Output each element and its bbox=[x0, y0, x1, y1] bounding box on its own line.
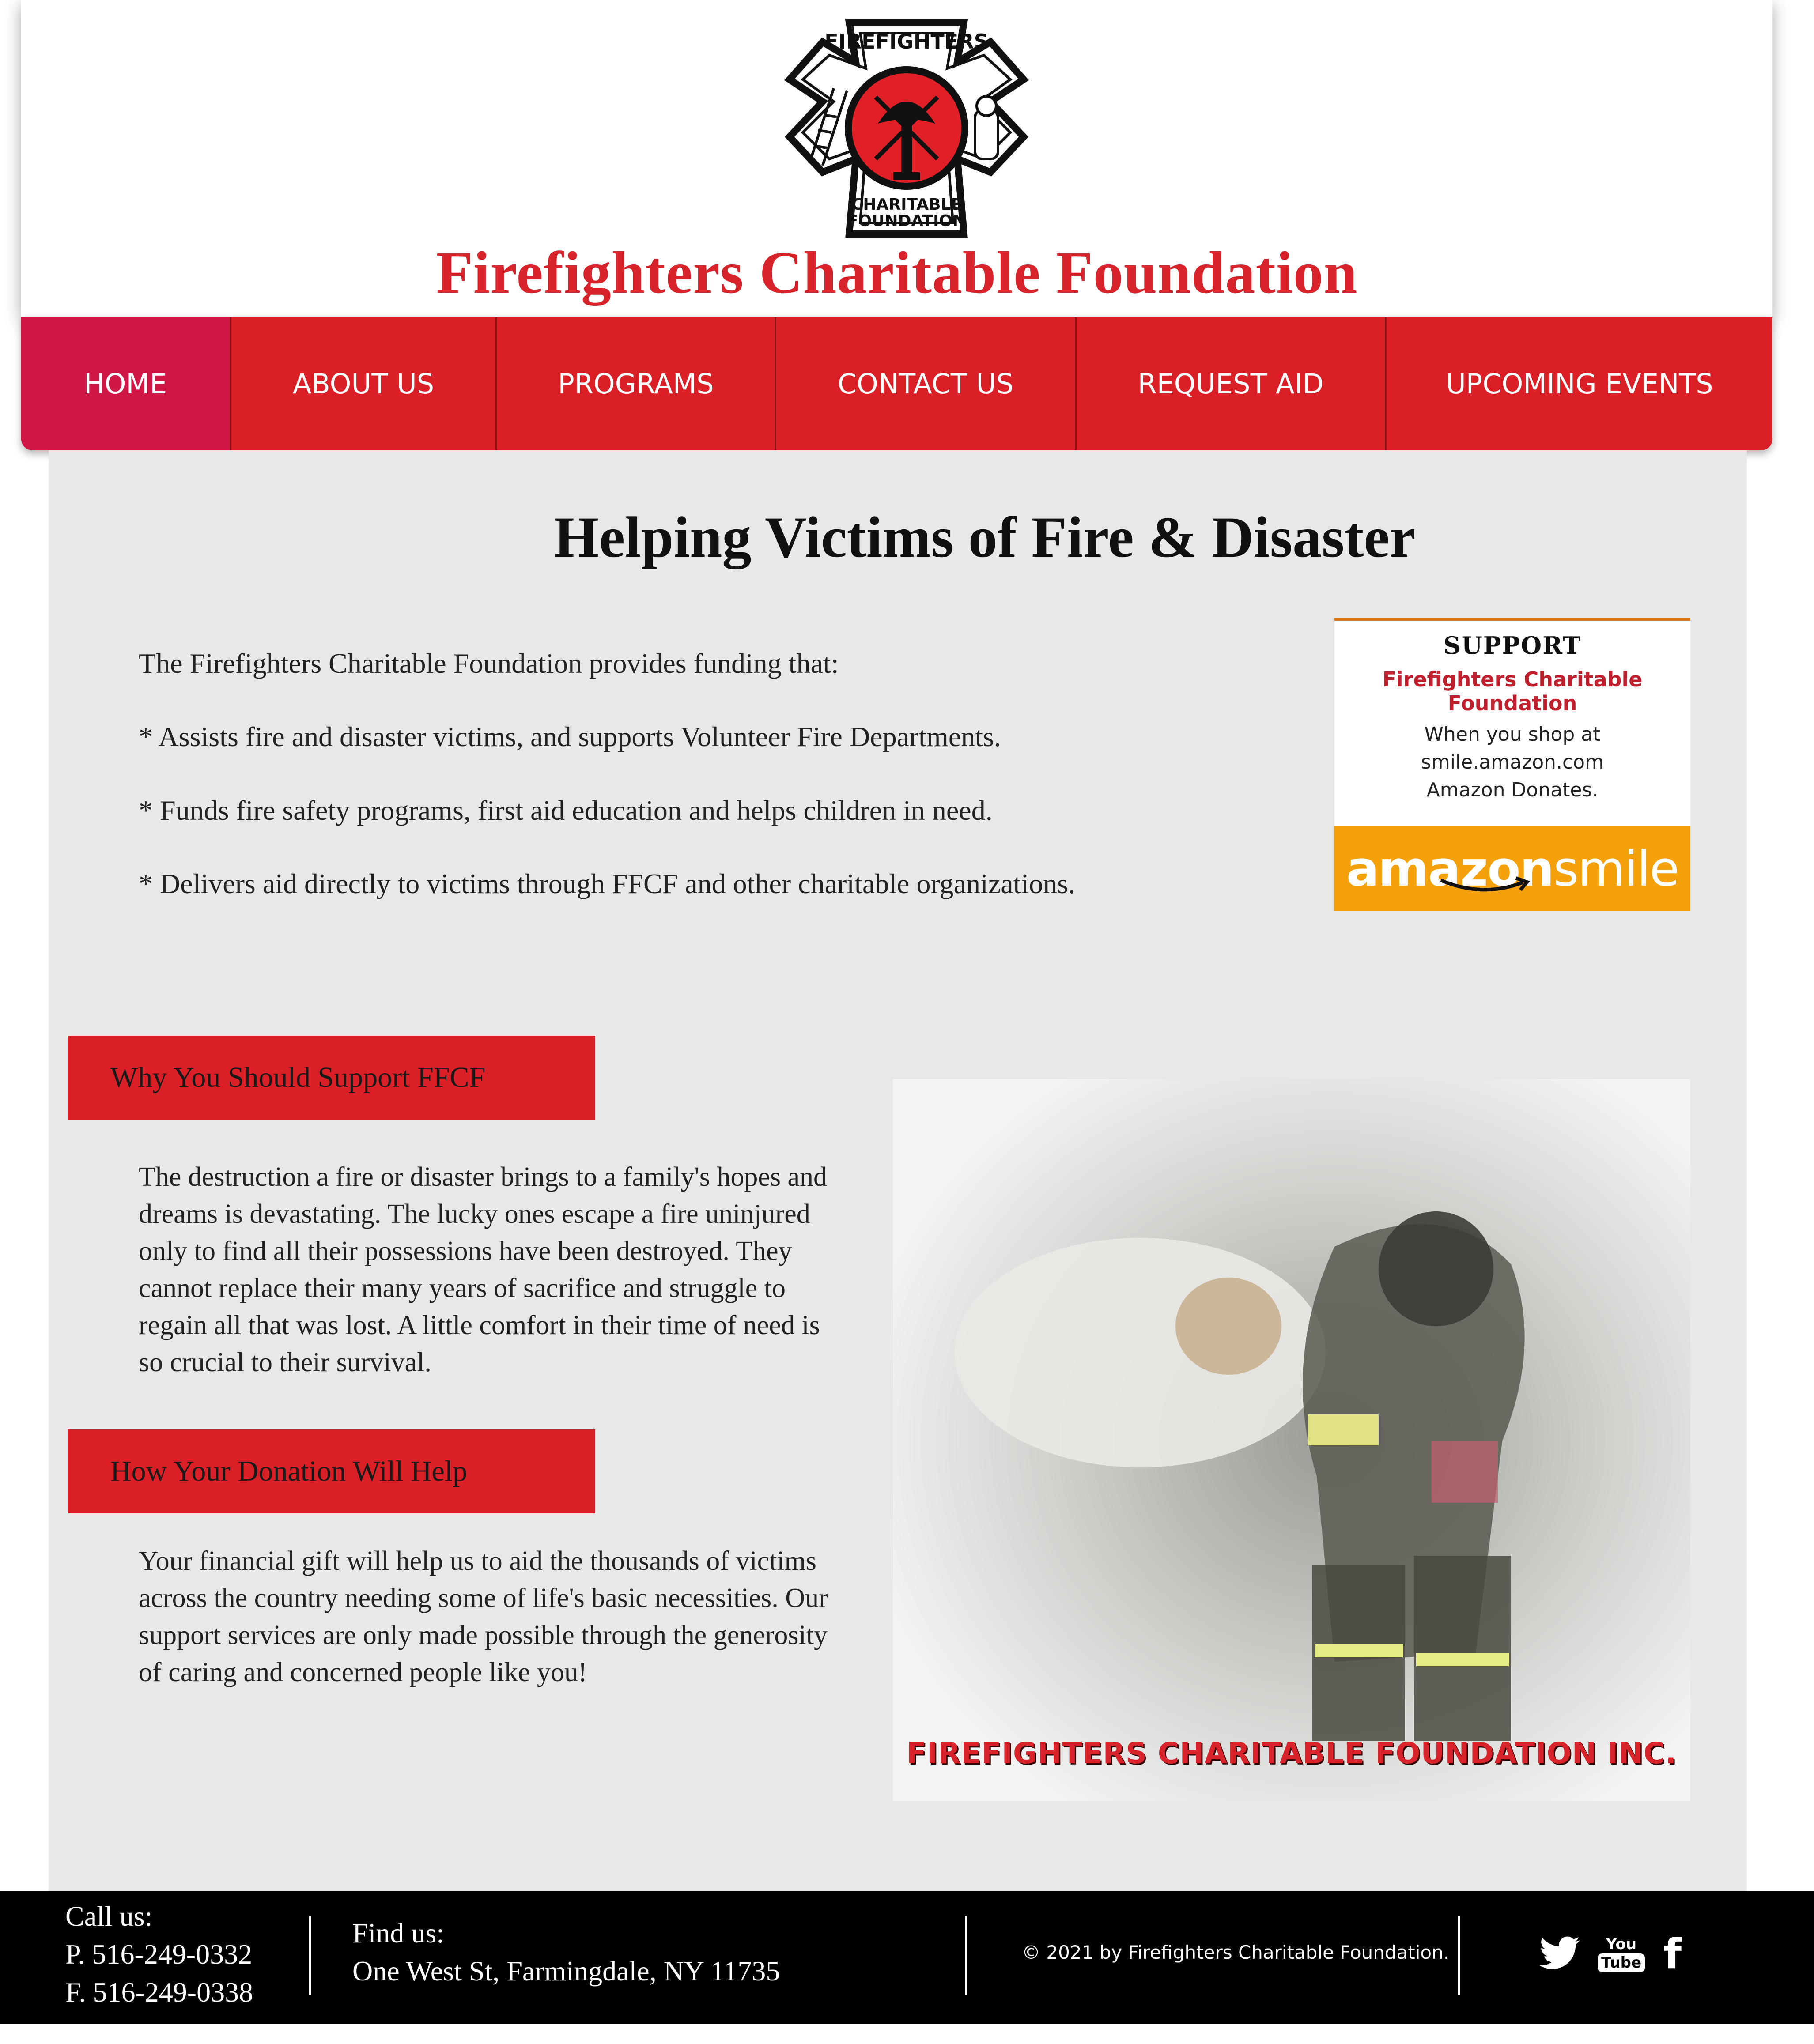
firefighter-angel-image: FIREFIGHTERS CHARITABLE FOUNDATION INC. bbox=[893, 1079, 1690, 1801]
intro-bullet: * Funds fire safety programs, first aid … bbox=[139, 794, 993, 826]
page-headline: Helping Victims of Fire & Disaster bbox=[554, 505, 1416, 569]
svg-text:CHARITABLE: CHARITABLE bbox=[851, 196, 962, 214]
footer-divider bbox=[965, 1916, 967, 1995]
footer-phone[interactable]: P. 516-249-0332 bbox=[65, 1935, 253, 1973]
footer: Call us: P. 516-249-0332 F. 516-249-0338… bbox=[0, 1891, 1814, 2024]
smile-arrow-icon bbox=[1440, 876, 1530, 892]
intro-bullet: * Assists fire and disaster victims, and… bbox=[139, 721, 1001, 753]
footer-find-title: Find us: bbox=[352, 1917, 445, 1949]
maltese-cross-logo[interactable]: FIREFIGHTERS CHARITABLE FOUNDATION bbox=[783, 13, 1030, 243]
footer-fax: F. 516-249-0338 bbox=[65, 1976, 253, 2008]
nav-programs[interactable]: PROGRAMS bbox=[497, 317, 776, 450]
amazon-smile-logo: amazon smile bbox=[1334, 826, 1690, 911]
photo-caption: FIREFIGHTERS CHARITABLE FOUNDATION INC. bbox=[906, 1736, 1677, 1770]
why-support-body: The destruction a fire or disaster bring… bbox=[139, 1162, 828, 1377]
donation-help-body: Your financial gift will help us to aid … bbox=[139, 1546, 828, 1687]
amazon-support-label: SUPPORT bbox=[1443, 631, 1582, 660]
footer-copyright: © 2021 by Firefighters Charitable Founda… bbox=[1022, 1942, 1450, 1963]
footer-divider bbox=[1458, 1916, 1460, 1995]
nav-home[interactable]: HOME bbox=[21, 317, 231, 450]
intro-line: The Firefighters Charitable Foundation p… bbox=[139, 648, 839, 679]
footer-contact: Call us: P. 516-249-0332 F. 516-249-0338 bbox=[65, 1897, 253, 2011]
nav-upcoming-events[interactable]: UPCOMING EVENTS bbox=[1387, 317, 1772, 450]
amazon-line: When you shop at bbox=[1424, 723, 1601, 746]
footer-location: Find us: One West St, Farmingdale, NY 11… bbox=[352, 1914, 780, 1990]
intro-bullet: * Delivers aid directly to victims throu… bbox=[139, 868, 1076, 900]
amazon-line: smile.amazon.com bbox=[1421, 751, 1604, 773]
site-title: Firefighters Charitable Foundation bbox=[436, 240, 1358, 306]
nav-request-aid[interactable]: REQUEST AID bbox=[1077, 317, 1387, 450]
footer-divider bbox=[309, 1916, 311, 1995]
youtube-icon[interactable]: You Tube bbox=[1598, 1937, 1645, 1972]
svg-text:FIREFIGHTERS: FIREFIGHTERS bbox=[824, 30, 989, 53]
facebook-icon[interactable]: f bbox=[1663, 1930, 1682, 1978]
main-nav: HOME ABOUT US PROGRAMS CONTACT US REQUES… bbox=[21, 317, 1772, 450]
section-heading-donation-help: How Your Donation Will Help bbox=[68, 1429, 595, 1513]
section-heading-why-support: Why You Should Support FFCF bbox=[68, 1036, 595, 1120]
amazon-line: Amazon Donates. bbox=[1426, 779, 1599, 801]
footer-call-title: Call us: bbox=[65, 1901, 153, 1932]
svg-text:FOUNDATION: FOUNDATION bbox=[847, 212, 966, 230]
amazon-smile-banner[interactable]: SUPPORT Firefighters Charitable Foundati… bbox=[1334, 618, 1690, 911]
header: FIREFIGHTERS CHARITABLE FOUNDATION Firef… bbox=[21, 0, 1772, 317]
nav-about-us[interactable]: ABOUT US bbox=[231, 317, 497, 450]
twitter-icon[interactable] bbox=[1539, 1936, 1580, 1972]
footer-address[interactable]: One West St, Farmingdale, NY 11735 bbox=[352, 1952, 780, 1990]
social-links: You Tube f bbox=[1539, 1930, 1682, 1978]
amazon-org-name: Firefighters Charitable Foundation bbox=[1382, 668, 1643, 715]
firefighter-illustration bbox=[893, 1079, 1690, 1801]
intro-text: The Firefighters Charitable Foundation p… bbox=[139, 648, 1287, 942]
nav-contact-us[interactable]: CONTACT US bbox=[776, 317, 1077, 450]
